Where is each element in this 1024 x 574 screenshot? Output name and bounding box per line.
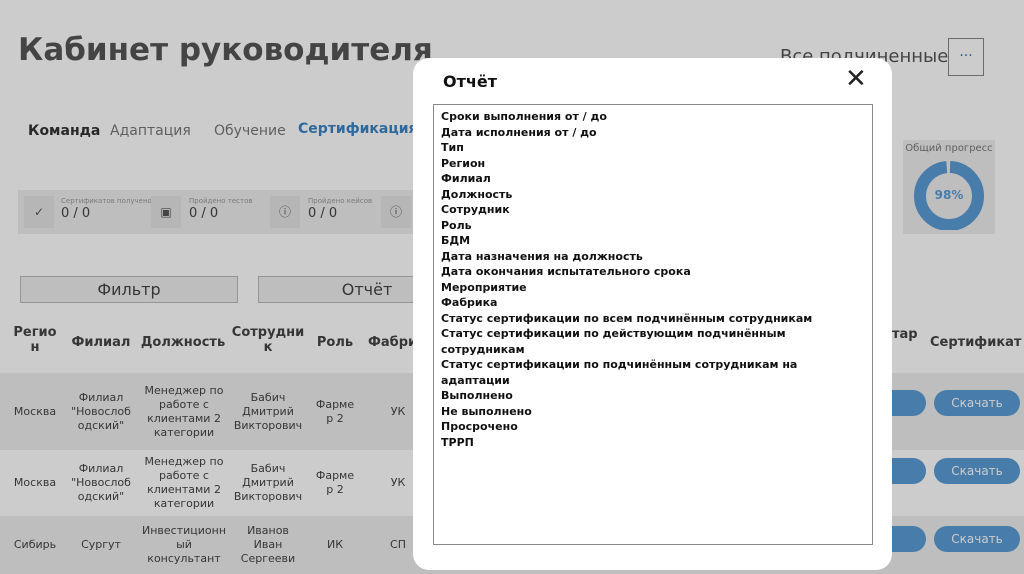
report-modal: Отчёт ✕ Сроки выполнения от / до Дата исп…	[413, 58, 892, 570]
report-fields-list[interactable]: Сроки выполнения от / до Дата исполнения …	[433, 104, 873, 545]
report-field-option[interactable]: Статус сертификации по подчинённым сотру…	[441, 357, 865, 388]
report-field-option[interactable]: ТРРП	[441, 435, 865, 451]
report-field-option[interactable]: Дата окончания испытательного срока	[441, 264, 865, 280]
report-field-option[interactable]: Филиал	[441, 171, 865, 187]
report-field-option[interactable]: Сроки выполнения от / до	[441, 109, 865, 125]
report-field-option[interactable]: Дата исполнения от / до	[441, 125, 865, 141]
report-field-option[interactable]: Мероприятие	[441, 280, 865, 296]
report-field-option[interactable]: Выполнено	[441, 388, 865, 404]
report-field-option[interactable]: Статус сертификации по всем подчинённым …	[441, 311, 865, 327]
report-field-option[interactable]: Просрочено	[441, 419, 865, 435]
report-field-option[interactable]: Сотрудник	[441, 202, 865, 218]
report-field-option[interactable]: Дата назначения на должность	[441, 249, 865, 265]
report-field-option[interactable]: Регион	[441, 156, 865, 172]
report-field-option[interactable]: БДМ	[441, 233, 865, 249]
report-field-option[interactable]: Не выполнено	[441, 404, 865, 420]
report-field-option[interactable]: Тип	[441, 140, 865, 156]
report-field-option[interactable]: Должность	[441, 187, 865, 203]
report-field-option[interactable]: Фабрика	[441, 295, 865, 311]
close-icon[interactable]: ✕	[845, 64, 867, 94]
modal-title: Отчёт	[443, 72, 497, 91]
report-field-option[interactable]: Статус сертификации по действующим подчи…	[441, 326, 865, 357]
report-field-option[interactable]: Роль	[441, 218, 865, 234]
